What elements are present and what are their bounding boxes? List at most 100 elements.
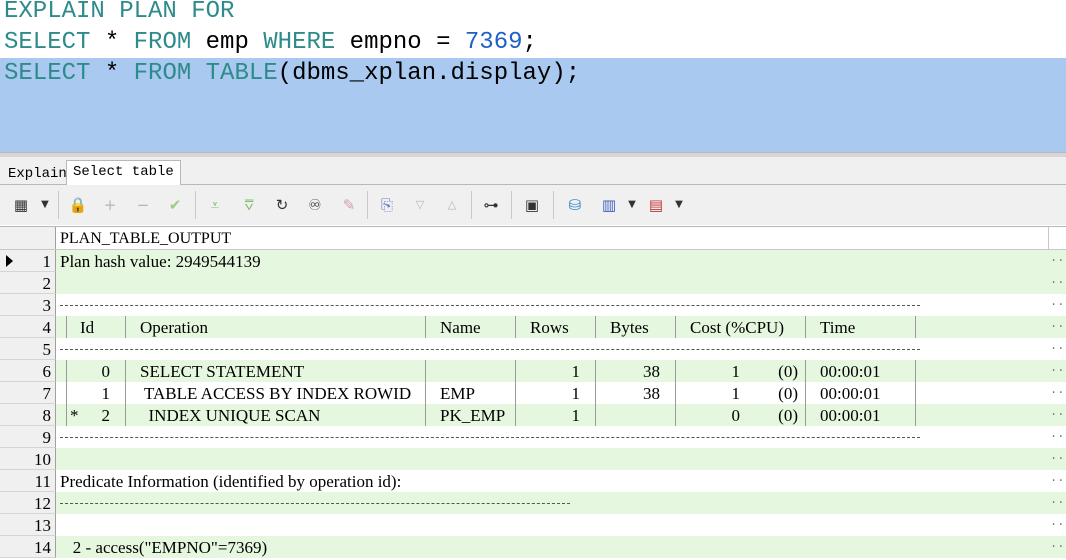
column-divider (425, 382, 426, 404)
arrow-up-icon[interactable]: △ (441, 194, 463, 216)
row-gutter[interactable]: 4 (0, 316, 56, 338)
row-gutter[interactable]: 2 (0, 272, 56, 294)
table-icon[interactable]: ▤ (645, 194, 667, 216)
chevron-down-icon[interactable]: ▼ (34, 194, 56, 216)
table-row[interactable]: 10 ... (0, 448, 1066, 470)
chevron-down-icon[interactable]: ▼ (668, 194, 690, 216)
grid-icon[interactable]: ▦ (10, 194, 32, 216)
plan-cell-cpu: (0) (778, 362, 798, 381)
column-divider (915, 316, 916, 338)
table-row[interactable]: 6 0 SELECT STATEMENT 1 38 1 (0) 00:00:01… (0, 360, 1066, 382)
column-divider (125, 316, 126, 338)
table-row[interactable]: 7 1 TABLE ACCESS BY INDEX ROWID EMP 1 38… (0, 382, 1066, 404)
sql-editor[interactable]: EXPLAIN PLAN FOR SELECT * FROM emp WHERE… (0, 0, 1066, 152)
code-line-2: SELECT * FROM emp WHERE empno = 7369; (4, 29, 537, 56)
column-divider (425, 360, 426, 382)
plan-cell-cpu: (0) (778, 384, 798, 403)
fetch-next-icon[interactable]: ⩡ (204, 194, 226, 216)
row-gutter[interactable]: 8 (0, 404, 56, 426)
table-row[interactable]: 13 ... (0, 514, 1066, 536)
column-divider (675, 316, 676, 338)
plus-icon[interactable]: + (99, 194, 121, 216)
plan-header-cost: Cost (%CPU) (690, 318, 784, 337)
row-gutter[interactable]: 11 (0, 470, 56, 492)
cell-text: 2 - access("EMPNO"=7369) (60, 538, 268, 557)
row-gutter[interactable]: 1 (0, 250, 56, 272)
database-icon[interactable]: ⛁ (564, 194, 586, 216)
column-divider (915, 404, 916, 426)
arrow-down-icon[interactable]: ▽ (409, 194, 431, 216)
column-header-plan-table-output[interactable]: PLAN_TABLE_OUTPUT (60, 227, 231, 249)
plan-cell-bytes (610, 404, 660, 426)
separator-line (60, 349, 920, 351)
refresh-icon[interactable]: ↻ (271, 194, 293, 216)
toolbar-divider (511, 191, 512, 219)
cell-ellipsis-button[interactable]: ... (1050, 382, 1066, 404)
grid-header: PLAN_TABLE_OUTPUT (0, 227, 1066, 250)
toolbar-divider (553, 191, 554, 219)
cell-text: Predicate Information (identified by ope… (60, 472, 402, 491)
row-gutter[interactable]: 3 (0, 294, 56, 316)
minus-icon[interactable]: − (132, 194, 154, 216)
table-row[interactable]: 11 Predicate Information (identified by … (0, 470, 1066, 492)
cell-ellipsis-button[interactable]: ... (1050, 294, 1066, 316)
scrollbar-top[interactable] (1048, 227, 1066, 249)
tree-icon[interactable]: ⊶ (480, 194, 502, 216)
cell-ellipsis-button[interactable]: ... (1050, 360, 1066, 382)
chevron-down-icon[interactable]: ▼ (621, 194, 643, 216)
chart-icon[interactable]: ▥ (598, 194, 620, 216)
column-divider (125, 382, 126, 404)
plan-header-operation: Operation (140, 318, 208, 337)
table-row[interactable]: 8 * 2 INDEX UNIQUE SCAN PK_EMP 1 0 (0) 0… (0, 404, 1066, 426)
row-gutter[interactable]: 7 (0, 382, 56, 404)
separator-line (60, 503, 570, 505)
cell-ellipsis-button[interactable]: ... (1050, 492, 1066, 514)
cell-ellipsis-button[interactable]: ... (1050, 272, 1066, 294)
column-divider (805, 404, 806, 426)
table-row[interactable]: 5 ... (0, 338, 1066, 360)
cell-ellipsis-button[interactable]: ... (1050, 426, 1066, 448)
result-tabs: Explain Select table (0, 157, 1066, 186)
row-gutter[interactable]: 6 (0, 360, 56, 382)
cell-ellipsis-button[interactable]: ... (1050, 404, 1066, 426)
cell-ellipsis-button[interactable]: ... (1050, 536, 1066, 558)
cell-ellipsis-button[interactable]: ... (1050, 514, 1066, 536)
table-row[interactable]: 14 2 - access("EMPNO"=7369) ... (0, 536, 1066, 558)
row-gutter[interactable]: 5 (0, 338, 56, 360)
export-icon[interactable]: ⎘ (376, 194, 398, 216)
fetch-last-icon[interactable]: ⩢ (238, 194, 260, 216)
plan-header-name: Name (440, 318, 481, 337)
table-row[interactable]: 3 ... (0, 294, 1066, 316)
table-row[interactable]: 2 ... (0, 272, 1066, 294)
column-divider (595, 382, 596, 404)
column-divider (125, 404, 126, 426)
cell-ellipsis-button[interactable]: ... (1050, 316, 1066, 338)
check-icon[interactable]: ✔ (164, 194, 186, 216)
row-gutter[interactable]: 12 (0, 492, 56, 514)
column-divider (805, 316, 806, 338)
column-divider (675, 360, 676, 382)
eraser-icon[interactable]: ✎ (338, 194, 360, 216)
cell-ellipsis-button[interactable]: ... (1050, 470, 1066, 492)
tab-select-table[interactable]: Select table (66, 160, 181, 186)
row-gutter[interactable]: 14 (0, 536, 56, 558)
save-icon[interactable]: ▣ (521, 194, 543, 216)
column-divider (915, 382, 916, 404)
table-row[interactable]: 9 ... (0, 426, 1066, 448)
lock-icon[interactable]: 🔒 (67, 194, 89, 216)
cell-ellipsis-button[interactable]: ... (1050, 448, 1066, 470)
binoculars-icon[interactable]: ♾ (304, 194, 326, 216)
row-gutter[interactable]: 10 (0, 448, 56, 470)
table-row[interactable]: 4 Id Operation Name Rows Bytes Cost (%CP… (0, 316, 1066, 338)
table-row[interactable]: 1 Plan hash value: 2949544139 ... (0, 250, 1066, 272)
cell-ellipsis-button[interactable]: ... (1050, 250, 1066, 272)
grid-toolbar: ▦ ▼ 🔒 + − ✔ ⩡ ⩢ ↻ ♾ ✎ ⎘ ▽ △ ⊶ ▣ ⛁ ▥ ▼ ▤ … (0, 185, 1066, 225)
column-divider (915, 360, 916, 382)
row-gutter[interactable]: 13 (0, 514, 56, 536)
column-divider (595, 404, 596, 426)
table-row[interactable]: 12 ... (0, 492, 1066, 514)
tab-explain[interactable]: Explain (2, 163, 73, 186)
cell-ellipsis-button[interactable]: ... (1050, 338, 1066, 360)
row-gutter[interactable]: 9 (0, 426, 56, 448)
plan-cell-time: 00:00:01 (820, 362, 881, 381)
